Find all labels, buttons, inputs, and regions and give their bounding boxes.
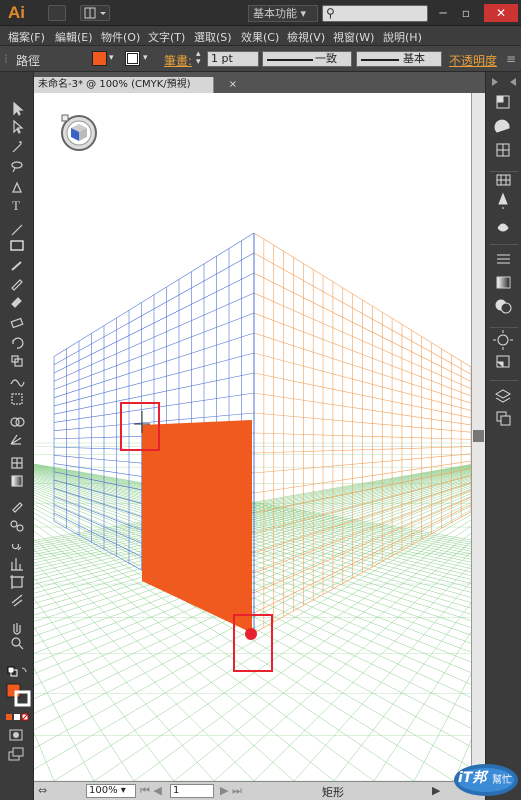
fill-swatch[interactable] xyxy=(92,51,107,66)
current-tool-label: 矩形 xyxy=(322,786,344,799)
perspective-grid[interactable] xyxy=(34,93,471,781)
artboard-number: 1 xyxy=(173,785,180,796)
stroke-weight-value: 1 pt xyxy=(211,52,233,65)
plane-switching-widget-icon[interactable] xyxy=(61,114,97,151)
menu-help[interactable]: 說明(H) xyxy=(383,29,422,45)
fill-dropdown-arrow-icon[interactable]: ▾ xyxy=(109,53,114,63)
menu-bar: 檔案(F) 編輯(E) 物件(O) 文字(T) 選取(S) 效果(C) 檢視(V… xyxy=(0,26,521,46)
close-tab-icon[interactable]: × xyxy=(229,77,237,93)
menu-effect[interactable]: 效果(C) xyxy=(241,29,279,45)
stroke-swatch[interactable] xyxy=(125,51,140,66)
menu-type[interactable]: 文字(T) xyxy=(148,29,185,45)
workspace-switcher[interactable]: 基本功能 ▾ xyxy=(248,5,318,22)
arrange-icon xyxy=(84,7,106,19)
bridge-button[interactable] xyxy=(48,5,66,21)
document-title: 未命名-3* @ 100% (CMYK/預視) xyxy=(38,79,191,90)
orange-rectangle-shape[interactable] xyxy=(142,420,252,633)
menu-file[interactable]: 檔案(F) xyxy=(8,29,45,45)
ground-level-handle[interactable] xyxy=(245,628,257,640)
next-artboard-icon[interactable]: ▶ ⏭ xyxy=(220,784,242,798)
document-tab[interactable]: 未命名-3* @ 100% (CMYK/預視) × xyxy=(34,77,237,93)
search-icon: ⚲ xyxy=(326,6,335,20)
right-panel-dock xyxy=(485,72,521,800)
artboard-select[interactable]: 1 xyxy=(170,784,214,798)
vertical-scrollbar[interactable] xyxy=(471,93,485,781)
brush-definition-select[interactable]: 基本 xyxy=(356,51,442,67)
stroke-label[interactable]: 筆畫: xyxy=(164,52,192,69)
close-button[interactable]: ✕ xyxy=(484,4,518,22)
panel-separator xyxy=(490,380,518,381)
arrange-documents-button[interactable] xyxy=(80,5,110,21)
title-bar: Ai 基本功能 ▾ ⚲ ─ ▫ ✕ xyxy=(0,0,521,26)
status-menu-icon[interactable]: ⇔ xyxy=(38,784,47,797)
stroke-dropdown-arrow-icon[interactable]: ▾ xyxy=(143,53,148,63)
panel-separator xyxy=(490,244,518,245)
panel-separator xyxy=(490,171,518,172)
menu-view[interactable]: 檢視(V) xyxy=(287,29,325,45)
tools-panel: T xyxy=(0,72,34,800)
status-bar: ⇔ 100% ▾ ⏮ ◀ 1 ▶ ⏭ 矩形 ▶ xyxy=(34,781,485,800)
control-bar: ⁞ 路徑 ▾ ▾ 筆畫: ▴ ▾ 1 pt 一致 基本 不透明度 ≡ xyxy=(0,46,521,72)
restore-button[interactable]: ▫ xyxy=(455,4,477,22)
watermark-brand: iT邦 xyxy=(458,770,487,786)
watermark-logo: iT邦 幫忙 xyxy=(452,760,520,798)
search-input[interactable]: ⚲ xyxy=(322,5,428,22)
grip-icon: ⁞ xyxy=(4,52,8,66)
minimize-button[interactable]: ─ xyxy=(432,4,454,22)
menu-edit[interactable]: 編輯(E) xyxy=(55,29,93,45)
brush-line-icon xyxy=(361,59,399,61)
menu-window[interactable]: 視窗(W) xyxy=(333,29,374,45)
panel-menu-icon[interactable]: ≡ xyxy=(506,52,516,66)
menu-select[interactable]: 選取(S) xyxy=(194,29,232,45)
object-type-label: 路徑 xyxy=(16,54,41,68)
panel-separator xyxy=(490,327,518,328)
workspace-label: 基本功能 xyxy=(253,7,297,20)
opacity-label[interactable]: 不透明度 xyxy=(449,52,497,69)
menu-object[interactable]: 物件(O) xyxy=(101,29,140,45)
status-arrow-icon[interactable]: ▶ xyxy=(432,784,440,797)
stroke-weight-stepper-icon[interactable]: ▴ ▾ xyxy=(196,50,201,67)
app-logo: Ai xyxy=(8,3,25,22)
brush-label: 基本 xyxy=(403,52,425,65)
profile-line-icon xyxy=(267,59,313,61)
scrollbar-thumb[interactable] xyxy=(473,430,484,442)
artboard-canvas[interactable] xyxy=(34,93,471,781)
zoom-value: 100% xyxy=(89,785,118,796)
zoom-select[interactable]: 100% ▾ xyxy=(86,784,136,798)
panel-glyphs xyxy=(492,78,516,426)
watermark-sub: 幫忙 xyxy=(492,775,512,786)
tools-glyphs: T xyxy=(6,101,31,761)
first-artboard-icon[interactable]: ⏮ ◀ xyxy=(140,784,162,798)
profile-label: 一致 xyxy=(315,52,337,65)
variable-width-profile-select[interactable]: 一致 xyxy=(262,51,352,67)
ground-grid-line xyxy=(453,739,471,781)
svg-text:T: T xyxy=(12,198,20,213)
stroke-weight-input[interactable]: 1 pt xyxy=(207,51,259,67)
